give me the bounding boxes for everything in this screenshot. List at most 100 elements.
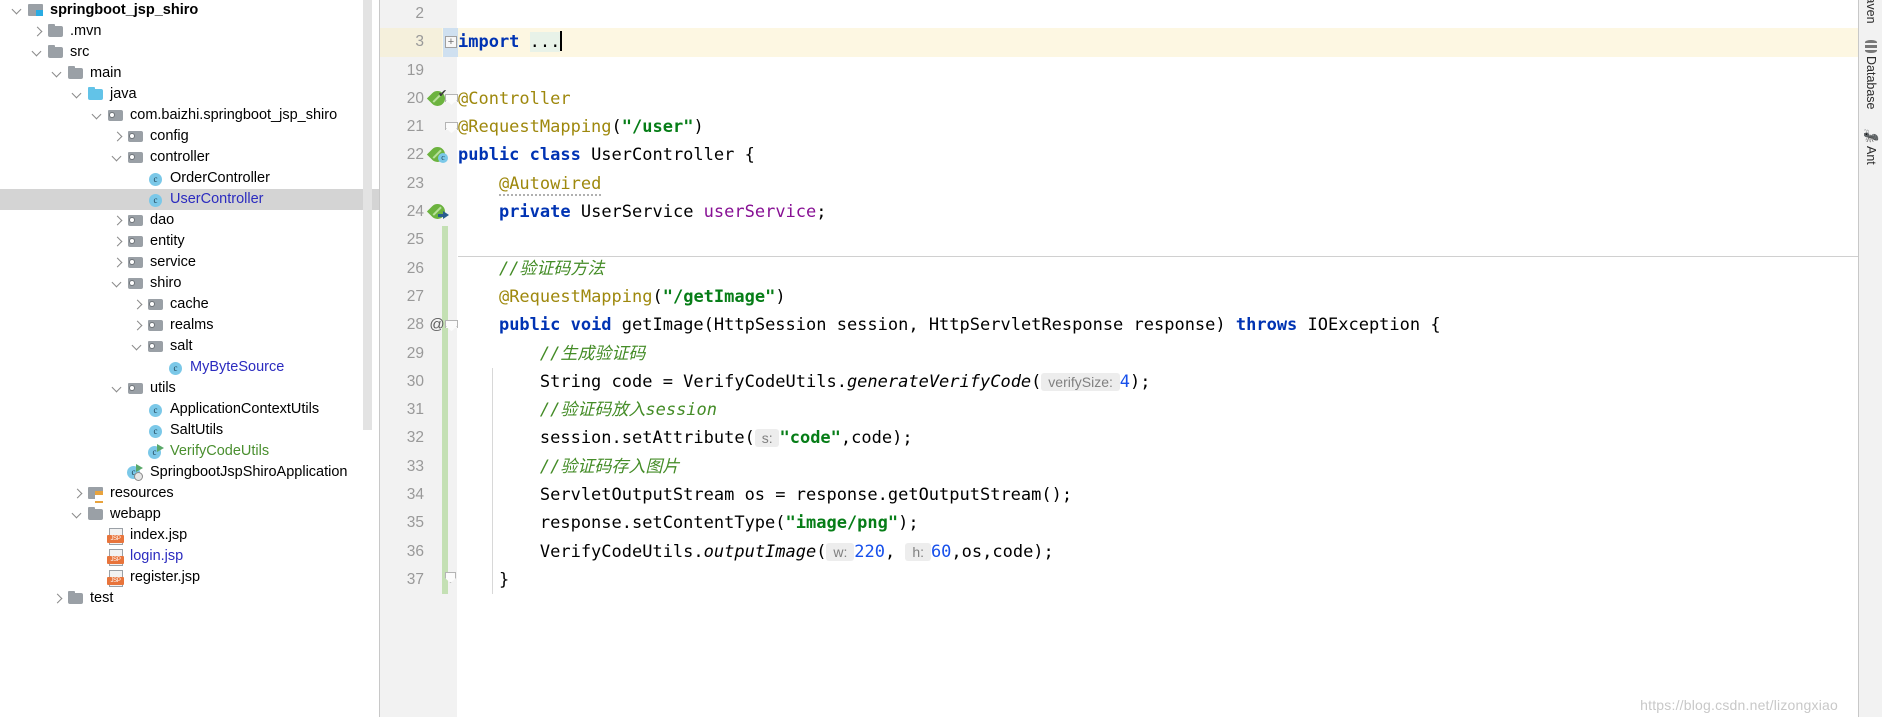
- tree-node[interactable]: index.jsp: [0, 525, 380, 546]
- code-text[interactable]: VerifyCodeUtils.outputImage( w: 220, h: …: [458, 538, 1054, 566]
- tree-node[interactable]: realms: [0, 315, 380, 336]
- tree-node[interactable]: service: [0, 252, 380, 273]
- chevron-down-icon[interactable]: [110, 378, 126, 399]
- tree-node[interactable]: salt: [0, 336, 380, 357]
- code-line[interactable]: 20 ✔ @Controller: [380, 85, 1882, 113]
- tree-node[interactable]: config: [0, 126, 380, 147]
- fold-collapse-region[interactable]: [443, 113, 458, 141]
- chevron-down-icon[interactable]: [70, 504, 86, 525]
- tree-node[interactable]: com.baizhi.springboot_jsp_shiro: [0, 105, 380, 126]
- code-editor[interactable]: 2 3 + import ... 19 20 ✔ @Controller 21 @RequestM…: [380, 0, 1882, 717]
- code-line[interactable]: 32 session.setAttribute( s: "code",code)…: [380, 424, 1882, 452]
- tree-node[interactable]: .mvn: [0, 21, 380, 42]
- tree-node[interactable]: SaltUtils: [0, 420, 380, 441]
- chevron-right-icon[interactable]: [110, 126, 126, 147]
- tree-node[interactable]: src: [0, 42, 380, 63]
- code-text[interactable]: import ...: [458, 28, 562, 56]
- chevron-right-icon[interactable]: [30, 21, 46, 42]
- tree-node[interactable]: dao: [0, 210, 380, 231]
- code-text[interactable]: private UserService userService;: [458, 198, 827, 226]
- code-line[interactable]: 24 private UserService userService;: [380, 198, 1882, 226]
- code-line[interactable]: 19: [380, 57, 1882, 85]
- code-text[interactable]: //验证码放入session: [458, 396, 717, 424]
- fold-collapse-region[interactable]: [443, 85, 458, 113]
- code-line[interactable]: 31 //验证码放入session: [380, 396, 1882, 424]
- project-tool-window[interactable]: springboot_jsp_shiro .mvn src main java com.b…: [0, 0, 380, 717]
- tree-node[interactable]: java: [0, 84, 380, 105]
- code-line[interactable]: 21 @RequestMapping("/user"): [380, 113, 1882, 141]
- chevron-right-icon[interactable]: [130, 315, 146, 336]
- chevron-down-icon[interactable]: [110, 147, 126, 168]
- code-line[interactable]: 26 //验证码方法: [380, 255, 1882, 283]
- code-text[interactable]: response.setContentType("image/png");: [458, 509, 919, 537]
- spring-bean-class-icon[interactable]: c: [426, 144, 449, 166]
- chevron-right-icon[interactable]: [50, 588, 66, 609]
- tree-node[interactable]: register.jsp: [0, 567, 380, 588]
- chevron-right-icon[interactable]: [130, 294, 146, 315]
- code-text[interactable]: //生成验证码: [458, 340, 645, 368]
- fold-collapse-icon[interactable]: [445, 320, 458, 331]
- chevron-right-icon[interactable]: [110, 231, 126, 252]
- spring-bean-autowire-icon[interactable]: [426, 200, 449, 223]
- tree-node[interactable]: login.jsp: [0, 546, 380, 567]
- tree-node[interactable]: test: [0, 588, 380, 609]
- code-line[interactable]: 23 @Autowired: [380, 170, 1882, 198]
- code-line[interactable]: 25: [380, 226, 1882, 254]
- code-line[interactable]: 34 ServletOutputStream os = response.get…: [380, 481, 1882, 509]
- code-line[interactable]: 27 @RequestMapping("/getImage"): [380, 283, 1882, 311]
- tree-node[interactable]: SpringbootJspShiroApplication: [0, 462, 380, 483]
- fold-collapse-icon[interactable]: [445, 93, 458, 105]
- code-line[interactable]: 35 response.setContentType("image/png");: [380, 509, 1882, 537]
- tree-node[interactable]: MyByteSource: [0, 357, 380, 378]
- tree-node[interactable]: entity: [0, 231, 380, 252]
- code-text[interactable]: session.setAttribute( s: "code",code);: [458, 424, 913, 452]
- tool-window-button-ant[interactable]: Ant: [1859, 128, 1882, 168]
- code-text[interactable]: @RequestMapping("/getImage"): [458, 283, 786, 311]
- tree-node[interactable]: VerifyCodeUtils: [0, 441, 380, 462]
- tree-node[interactable]: main: [0, 63, 380, 84]
- tree-node[interactable]: cache: [0, 294, 380, 315]
- code-text[interactable]: //验证码方法: [458, 255, 604, 283]
- code-line[interactable]: 29 //生成验证码: [380, 340, 1882, 368]
- chevron-right-icon[interactable]: [110, 210, 126, 231]
- code-line[interactable]: 36 VerifyCodeUtils.outputImage( w: 220, …: [380, 538, 1882, 566]
- fold-expand-icon[interactable]: +: [445, 36, 457, 49]
- code-text[interactable]: public void getImage(HttpSession session…: [458, 311, 1441, 339]
- chevron-right-icon[interactable]: [110, 252, 126, 273]
- chevron-down-icon[interactable]: [10, 0, 26, 21]
- tool-window-button-maven[interactable]: Maven: [1859, 0, 1882, 27]
- chevron-down-icon[interactable]: [50, 63, 66, 84]
- tree-node[interactable]: utils: [0, 378, 380, 399]
- tree-node[interactable]: OrderController: [0, 168, 380, 189]
- tool-window-button-database[interactable]: Database: [1859, 38, 1882, 113]
- right-tool-window-bar[interactable]: Maven Database Ant: [1858, 0, 1882, 717]
- tree-node[interactable]: shiro: [0, 273, 380, 294]
- tree-node[interactable]: resources: [0, 483, 380, 504]
- code-line[interactable]: 28 @ public void getImage(HttpSession ses…: [380, 311, 1882, 339]
- project-tree[interactable]: springboot_jsp_shiro .mvn src main java com.b…: [0, 0, 380, 609]
- code-text[interactable]: public class UserController {: [458, 141, 755, 169]
- tree-node[interactable]: springboot_jsp_shiro: [0, 0, 380, 21]
- fold-collapse-region[interactable]: [443, 311, 458, 339]
- chevron-right-icon[interactable]: [70, 483, 86, 504]
- chevron-down-icon[interactable]: [90, 105, 106, 126]
- code-content[interactable]: 2 3 + import ... 19 20 ✔ @Controller 21 @RequestM…: [380, 0, 1882, 595]
- code-line[interactable]: 2: [380, 0, 1882, 28]
- chevron-down-icon[interactable]: [110, 273, 126, 294]
- chevron-down-icon[interactable]: [70, 84, 86, 105]
- fold-end-icon[interactable]: [445, 571, 456, 583]
- code-text[interactable]: }: [458, 566, 509, 594]
- fold-collapse-icon[interactable]: [445, 122, 458, 133]
- tree-node[interactable]: controller: [0, 147, 380, 168]
- code-text[interactable]: @Controller: [458, 85, 571, 113]
- chevron-down-icon[interactable]: [130, 336, 146, 357]
- code-line[interactable]: 30 String code = VerifyCodeUtils.generat…: [380, 368, 1882, 396]
- fold-end-region[interactable]: [443, 566, 458, 594]
- code-text[interactable]: @RequestMapping("/user"): [458, 113, 704, 141]
- tree-node[interactable]: webapp: [0, 504, 380, 525]
- project-tree-scrollbar[interactable]: [363, 0, 372, 717]
- code-line[interactable]: 22 c public class UserController {: [380, 141, 1882, 169]
- code-text[interactable]: ServletOutputStream os = response.getOut…: [458, 481, 1072, 509]
- scrollbar-thumb[interactable]: [363, 0, 372, 430]
- code-text[interactable]: @Autowired: [458, 170, 602, 198]
